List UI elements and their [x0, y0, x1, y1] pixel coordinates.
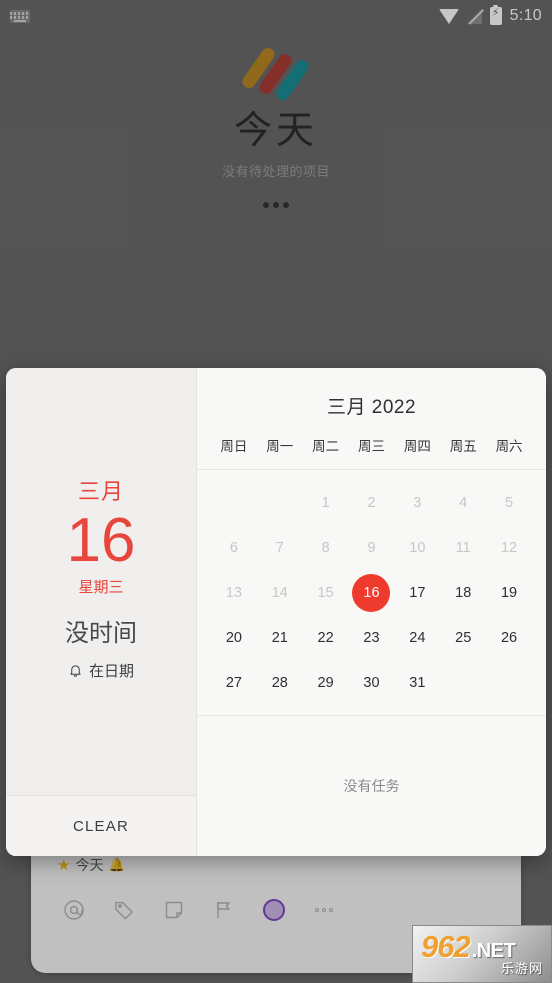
calendar-day-label: 8 — [321, 539, 330, 556]
calendar-day-label: 26 — [500, 629, 518, 646]
calendar-day[interactable]: 19 — [486, 570, 532, 615]
calendar-day[interactable]: 29 — [303, 660, 349, 705]
selected-month: 三月 — [77, 479, 124, 505]
calendar-day-selected[interactable]: 16 — [349, 570, 395, 615]
calendar-day-label: 18 — [455, 584, 472, 601]
calendar-weekday: 周日 — [220, 439, 248, 454]
calendar-day-label: 12 — [500, 539, 518, 556]
calendar-day-label: 31 — [409, 674, 426, 691]
calendar-day-label: 7 — [275, 539, 284, 556]
calendar-day[interactable]: 24 — [394, 615, 440, 660]
watermark-chinese: 乐游网 — [500, 961, 543, 976]
calendar-day-label: 10 — [409, 539, 426, 556]
selected-date-summary: 三月 16 星期三 没时间 在日期 — [6, 368, 196, 795]
bell-icon — [68, 663, 83, 678]
calendar-day-label: 1 — [321, 494, 330, 511]
calendar-title: 三月 2022 — [326, 397, 417, 418]
clear-button[interactable]: CLEAR — [6, 795, 196, 856]
calendar-day[interactable]: 20 — [211, 615, 257, 660]
calendar-day[interactable]: 28 — [257, 660, 303, 705]
calendar-day-label: 4 — [459, 494, 468, 511]
calendar-day-label: 9 — [367, 539, 376, 556]
calendar-day[interactable]: 9 — [349, 525, 395, 570]
reminder-row[interactable]: 在日期 — [68, 660, 134, 681]
calendar-day[interactable]: 17 — [394, 570, 440, 615]
calendar-day-label: 22 — [317, 629, 334, 646]
calendar-day-label: 11 — [455, 539, 471, 556]
calendar-day-label: 23 — [363, 629, 380, 646]
reminder-label: 在日期 — [88, 662, 134, 680]
calendar-weekday: 周二 — [312, 439, 340, 454]
calendar-day-label: 2 — [367, 494, 376, 511]
calendar-day-label: 20 — [225, 629, 242, 646]
site-watermark: 962 .NET 乐游网 — [412, 925, 552, 983]
calendar-day[interactable]: 1 — [303, 480, 349, 525]
calendar-day[interactable]: 25 — [440, 615, 486, 660]
calendar-day[interactable]: 10 — [394, 525, 440, 570]
date-picker-dialog: 三月 16 星期三 没时间 在日期 CLEAR 三月 2022 周日 周一 周二… — [6, 368, 546, 856]
calendar-day-label: 25 — [455, 629, 472, 646]
calendar-day-label: 19 — [500, 584, 518, 601]
calendar-day[interactable]: 6 — [211, 525, 257, 570]
calendar-day[interactable]: 13 — [211, 570, 257, 615]
selected-day: 16 — [66, 506, 136, 576]
dialog-calendar-panel: 三月 2022 周日 周一 周二 周三 周四 周五 周六 1 2 3 4 5 6 7 8 9 10 11 12 13… — [197, 368, 546, 856]
calendar-day-label: 5 — [505, 494, 514, 511]
calendar-day[interactable]: 22 — [303, 615, 349, 660]
selected-time[interactable]: 没时间 — [65, 613, 137, 648]
calendar-day[interactable]: 5 — [486, 480, 532, 525]
calendar-day[interactable]: 4 — [440, 480, 486, 525]
calendar-grid: 1 2 3 4 5 6 7 8 9 10 11 12 13 14 15 16 17 18 19 20 21 22 23 24 2… — [197, 470, 546, 716]
calendar-day[interactable]: 21 — [257, 615, 303, 660]
app-screen: 5:10 今天 没有待处理的项目 ★ 今天 🔔 — [0, 0, 552, 983]
calendar-weekday: 周四 — [403, 439, 431, 454]
calendar-day-label: 27 — [225, 674, 242, 691]
calendar-day-label: 28 — [271, 674, 288, 691]
calendar-blank-cell — [257, 480, 303, 525]
calendar-day-label: 30 — [363, 674, 380, 691]
calendar-day[interactable]: 7 — [257, 525, 303, 570]
calendar-day[interactable]: 11 — [440, 525, 486, 570]
calendar-day-label: 17 — [409, 584, 426, 601]
calendar-day[interactable]: 3 — [394, 480, 440, 525]
calendar-day-label: 24 — [409, 629, 426, 646]
calendar-day-label: 16 — [352, 573, 391, 612]
calendar-weekday: 周五 — [449, 439, 477, 454]
selected-weekday: 星期三 — [78, 578, 124, 596]
calendar-day[interactable]: 26 — [486, 615, 532, 660]
dialog-summary-panel: 三月 16 星期三 没时间 在日期 CLEAR — [6, 368, 197, 856]
calendar-day-label: 13 — [225, 584, 242, 601]
calendar-day-label: 6 — [229, 539, 238, 556]
calendar-weekday: 周一 — [266, 439, 294, 454]
calendar-day[interactable]: 12 — [486, 525, 532, 570]
tasks-empty-message: 没有任务 — [343, 778, 400, 794]
calendar-day-label: 3 — [413, 494, 422, 511]
calendar-day-label: 15 — [317, 584, 334, 601]
calendar-weekday: 周六 — [495, 439, 523, 454]
calendar-weekday: 周三 — [357, 439, 385, 454]
calendar-day[interactable]: 31 — [394, 660, 440, 705]
calendar-blank-cell — [211, 480, 257, 525]
calendar-day[interactable]: 14 — [257, 570, 303, 615]
calendar-day[interactable]: 2 — [349, 480, 395, 525]
calendar-day[interactable]: 27 — [211, 660, 257, 705]
calendar-day-label: 21 — [271, 629, 288, 646]
calendar-day[interactable]: 23 — [349, 615, 395, 660]
calendar-day[interactable]: 18 — [440, 570, 486, 615]
calendar-day-label: 29 — [317, 674, 334, 691]
calendar-day[interactable]: 15 — [303, 570, 349, 615]
calendar-weekday-header: 周日 周一 周二 周三 周四 周五 周六 — [197, 435, 546, 470]
calendar-day[interactable]: 8 — [303, 525, 349, 570]
calendar-day[interactable]: 30 — [349, 660, 395, 705]
calendar-day-label: 14 — [271, 584, 288, 601]
